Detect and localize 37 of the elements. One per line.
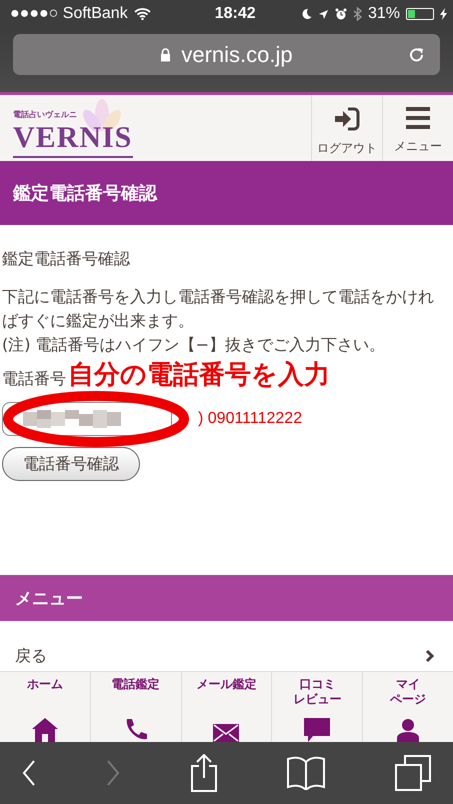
person-icon	[397, 718, 420, 742]
bluetooth-icon	[352, 7, 362, 21]
logo[interactable]: VERNIS	[13, 120, 133, 158]
page-title: 鑑定電話番号確認	[13, 182, 157, 205]
menu-title: メニュー	[15, 588, 83, 610]
tabs-icon[interactable]	[395, 755, 431, 791]
phone-input-field[interactable]	[2, 402, 172, 436]
clock-time: 18:42	[214, 5, 256, 23]
confirm-phone-button[interactable]: 電話番号確認	[2, 447, 140, 481]
logout-icon	[333, 107, 361, 131]
section-heading: 鑑定電話番号確認	[2, 248, 131, 270]
reload-icon[interactable]	[408, 46, 426, 64]
location-arrow-icon	[318, 8, 329, 20]
menu-icon	[406, 107, 430, 129]
field-label: 電話番号	[2, 368, 66, 390]
speech-bubble-icon	[304, 718, 330, 742]
wifi-icon	[134, 8, 151, 20]
home-icon	[32, 718, 58, 742]
mail-icon	[213, 724, 240, 742]
url-text: vernis.co.jp	[181, 42, 293, 68]
carrier-text: ●●●●○ SoftBank	[10, 5, 128, 23]
battery-percent: 31%	[368, 5, 400, 23]
back-icon[interactable]	[22, 760, 36, 786]
address-bar[interactable]: vernis.co.jp	[13, 34, 440, 75]
battery-icon	[406, 8, 434, 20]
moon-icon	[300, 8, 312, 20]
chevron-right-icon	[425, 649, 435, 663]
menu-item[interactable]: 戻る	[0, 621, 453, 671]
lock-icon	[160, 48, 172, 62]
share-icon[interactable]	[190, 754, 218, 792]
example-number: ) 09011112222	[198, 409, 302, 429]
annotation-text: 自分の電話番号を入力	[68, 359, 330, 391]
bookmarks-icon[interactable]	[287, 756, 326, 790]
instructions-text: 下記に電話番号を入力し電話番号確認を押して電話をかければすぐに鑑定が出来ます。	[2, 286, 435, 332]
logo-tagline: 電話占いヴェルニ	[13, 109, 78, 120]
note-text: (注) 電話番号はハイフン【−】抜きでご入力下さい。	[2, 334, 386, 356]
alarm-clock-icon	[334, 8, 347, 20]
